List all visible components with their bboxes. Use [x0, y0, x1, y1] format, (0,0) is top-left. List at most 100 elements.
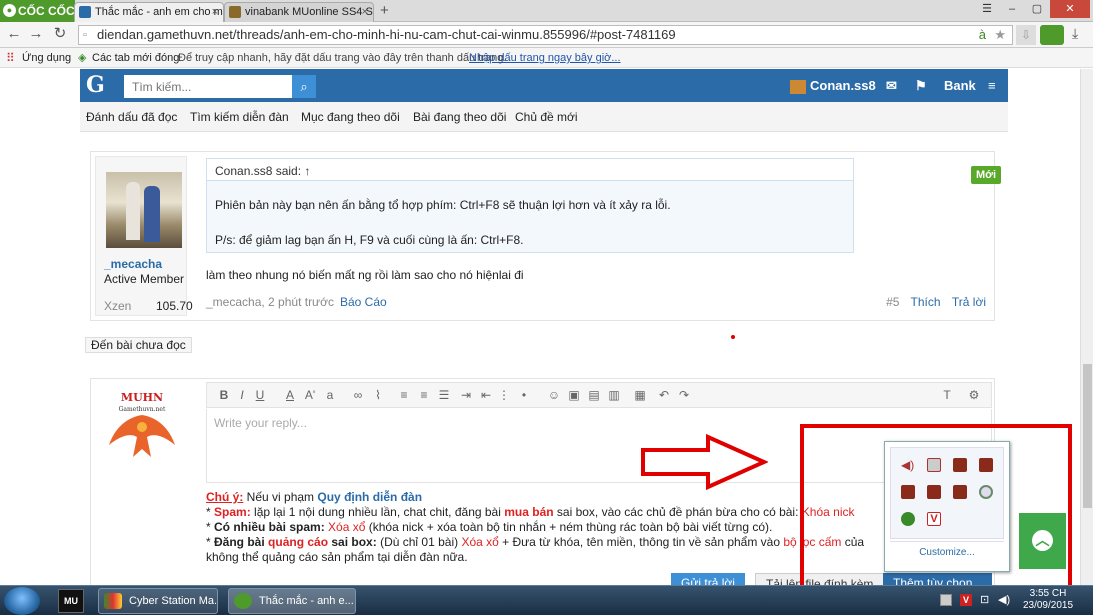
subnav-new-threads[interactable]: Chủ đề mới: [515, 110, 578, 124]
search-input[interactable]: [124, 75, 292, 98]
remove-format-icon[interactable]: T: [940, 387, 954, 403]
undo-icon[interactable]: ↶: [657, 387, 671, 403]
scrollbar[interactable]: [1080, 69, 1093, 585]
numbered-list-icon[interactable]: ⋮: [497, 387, 511, 403]
sync-icon[interactable]: [979, 485, 993, 499]
avatar[interactable]: [106, 172, 182, 248]
outdent-icon[interactable]: ⇤: [479, 387, 493, 403]
antivirus-icon[interactable]: V: [960, 594, 972, 606]
import-bookmarks-link[interactable]: Nhập dấu trang ngay bây giờ...: [469, 48, 621, 68]
tab-inactive[interactable]: vinabank MUonline SS4 SS ×: [224, 2, 374, 22]
list-icon[interactable]: ☰: [437, 387, 451, 403]
taskbar-item-cyber-station[interactable]: Cyber Station Ma...: [98, 588, 218, 614]
font-family-icon[interactable]: a: [323, 387, 337, 403]
notification-area-overflow: ◀) V Customize...: [884, 441, 1010, 572]
scrollbar-thumb[interactable]: [1083, 364, 1092, 508]
menu-icon[interactable]: ☰: [975, 0, 999, 18]
align-center-icon[interactable]: ≡: [417, 387, 431, 403]
link-icon[interactable]: ∞: [351, 387, 365, 403]
reply-avatar[interactable]: MUHN Gamethuvn.net: [103, 387, 181, 463]
rules-link[interactable]: Quy định diễn đàn: [317, 490, 422, 504]
taskbar-item-browser[interactable]: Thắc mắc - anh e...: [228, 588, 356, 614]
coccoc-icon: ●: [3, 4, 16, 17]
bookmark-hint: Để truy cập nhanh, hãy đặt dấu trang vào…: [178, 52, 507, 64]
flag-icon[interactable]: ⚑: [915, 69, 927, 102]
site-logo[interactable]: G: [86, 71, 116, 99]
game-app-icon[interactable]: [901, 485, 915, 499]
post-number[interactable]: #5: [886, 295, 899, 309]
unlink-icon[interactable]: ⌇: [371, 387, 385, 403]
report-link[interactable]: Báo Cáo: [340, 295, 387, 309]
post-author-time[interactable]: _mecacha, 2 phút trước: [206, 295, 334, 309]
antivirus-icon[interactable]: V: [927, 512, 941, 526]
minimize-icon[interactable]: –: [1000, 0, 1024, 18]
reload-icon[interactable]: ↻: [52, 26, 68, 42]
bold-icon[interactable]: B: [217, 387, 231, 403]
underline-icon[interactable]: U: [253, 387, 267, 403]
forward-icon[interactable]: →: [28, 26, 44, 42]
quote-author[interactable]: Conan.ss8 said: ↑: [207, 159, 853, 181]
start-button[interactable]: [4, 587, 40, 615]
mu-game-icon[interactable]: MU: [58, 589, 84, 613]
user-menu[interactable]: Conan.ss8: [790, 69, 876, 102]
search-icon[interactable]: ⌕: [292, 75, 316, 98]
like-link[interactable]: Thích: [911, 295, 941, 309]
new-tab-button[interactable]: +: [380, 2, 389, 19]
game-app-icon[interactable]: [927, 485, 941, 499]
code-icon[interactable]: ▥: [607, 387, 621, 403]
align-left-icon[interactable]: ≡: [397, 387, 411, 403]
url-field[interactable]: ▫ diendan.gamethuvn.net/threads/anh-em-c…: [78, 25, 1013, 45]
subnav-watched-threads[interactable]: Bài đang theo dõi: [413, 110, 506, 124]
tab-active[interactable]: Thắc mắc - anh em cho mì ×: [74, 2, 224, 22]
scroll-to-top-button[interactable]: ︿: [1019, 513, 1066, 569]
system-clock[interactable]: 3:55 CH 23/09/2015: [1022, 588, 1074, 612]
maximize-icon[interactable]: ▢: [1025, 0, 1049, 18]
close-icon[interactable]: ×: [212, 3, 218, 21]
game-app-icon[interactable]: [979, 458, 993, 472]
back-icon[interactable]: ←: [6, 26, 22, 42]
post-username[interactable]: _mecacha: [104, 257, 162, 271]
bullet-list-icon[interactable]: •: [517, 387, 531, 403]
divider: [890, 541, 1004, 542]
close-window-icon[interactable]: ✕: [1050, 0, 1090, 18]
volume-icon[interactable]: ◀): [998, 594, 1010, 606]
extension-icon[interactable]: [1040, 25, 1064, 45]
game-app-icon[interactable]: [953, 458, 967, 472]
font-size-icon[interactable]: A': [303, 387, 317, 403]
annotation-arrow: [641, 434, 768, 490]
switch-editor-icon[interactable]: ⚙: [967, 387, 981, 403]
coccoc-tray-icon[interactable]: [901, 512, 915, 526]
save-icon[interactable]: ▦: [633, 387, 647, 403]
browser-logo[interactable]: ● CỐC CỐC: [0, 0, 75, 22]
subnav-watched-items[interactable]: Mục đang theo dõi: [301, 110, 400, 124]
star-icon[interactable]: ★: [994, 26, 1006, 44]
close-icon[interactable]: ×: [362, 3, 368, 21]
browser-tabstrip: ● CỐC CỐC Thắc mắc - anh em cho mì × vina…: [0, 0, 1093, 22]
indent-icon[interactable]: ⇥: [459, 387, 473, 403]
customize-link[interactable]: Customize...: [885, 547, 1009, 558]
subnav-search-forum[interactable]: Tìm kiếm diễn đàn: [190, 110, 289, 124]
cyber-station-icon: [104, 593, 122, 609]
show-hidden-icons-button[interactable]: [940, 594, 952, 606]
go-to-unread-button[interactable]: Đến bài chưa đọc: [85, 337, 192, 353]
media-icon[interactable]: ▤: [587, 387, 601, 403]
image-icon[interactable]: ▣: [567, 387, 581, 403]
text-color-icon[interactable]: A: [283, 387, 297, 403]
volume-icon[interactable]: ◀): [901, 458, 915, 472]
mail-icon[interactable]: ✉: [886, 69, 897, 102]
download-icon[interactable]: ⤓: [1072, 25, 1078, 42]
game-app-icon[interactable]: [953, 485, 967, 499]
smiley-icon[interactable]: ☺: [547, 387, 561, 403]
network-warning-icon[interactable]: [927, 458, 941, 472]
bookmark-apps[interactable]: Ứng dụng: [22, 48, 71, 68]
italic-icon[interactable]: I: [235, 387, 249, 403]
subnav-mark-read[interactable]: Đánh dấu đã đọc: [86, 110, 177, 124]
redo-icon[interactable]: ↷: [677, 387, 691, 403]
reply-link[interactable]: Trả lời: [952, 295, 986, 309]
send-reply-button[interactable]: Gửi trả lời: [671, 573, 745, 585]
translate-icon[interactable]: à: [979, 26, 986, 44]
bookmark-recent-tabs[interactable]: Các tab mới đóng: [92, 48, 179, 68]
network-icon[interactable]: ⊡: [980, 594, 992, 606]
hamburger-icon[interactable]: ≡: [988, 69, 996, 102]
bank-link[interactable]: Bank: [944, 69, 976, 102]
